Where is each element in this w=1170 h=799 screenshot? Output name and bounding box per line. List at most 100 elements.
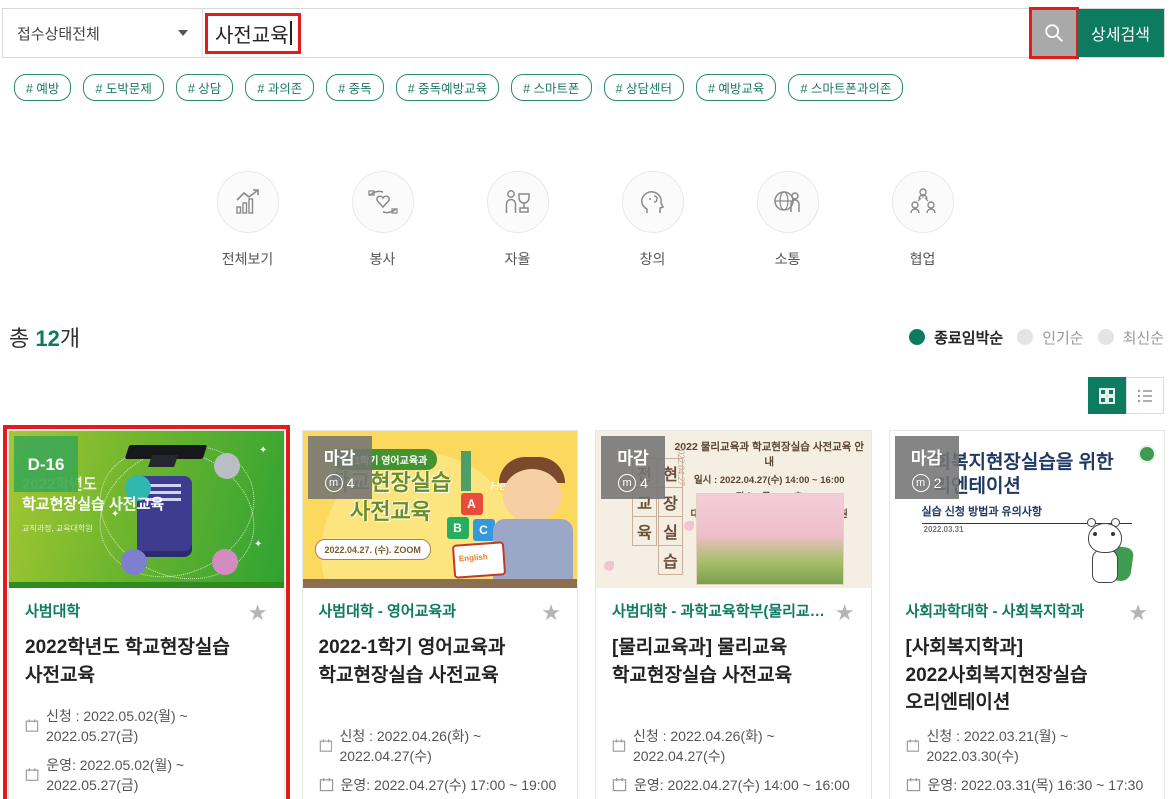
operate-period: 운영: 2022.04.27(수) 14:00 ~ 16:00 — [612, 775, 855, 795]
calendar-icon — [906, 738, 920, 753]
category-label: 협업 — [910, 249, 936, 269]
member-icon: m — [325, 474, 343, 492]
tag-pill[interactable]: # 도박문제 — [83, 74, 163, 101]
sort-option-closing-soon[interactable]: 종료임박순 — [909, 327, 1003, 348]
member-icon: m — [912, 474, 930, 492]
favorite-star-icon[interactable]: ★ — [541, 602, 561, 624]
department-label: 사회과학대학 - 사회복지학과 — [906, 602, 1085, 622]
tag-pill[interactable]: # 중독 — [326, 74, 383, 101]
advanced-search-button[interactable]: 상세검색 — [1077, 9, 1164, 57]
thumb-date-pill: 2022.04.27. (수). ZOOM — [315, 539, 431, 560]
apply-period: 신청 : 2022.05.02(월) ~ 2022.05.27(금) — [25, 706, 268, 746]
statue-of-liberty-art — [461, 451, 471, 491]
sort-option-newest[interactable]: 최신순 — [1098, 327, 1164, 348]
thumb-subtitle: 실습 신청 방법과 유의사항 — [922, 503, 1132, 524]
tag-pill[interactable]: # 상담센터 — [604, 74, 684, 101]
results-count-number: 12 — [35, 326, 59, 351]
search-bar: 접수상태전체 사전교육 상세검색 — [2, 8, 1165, 58]
people-network-icon — [906, 185, 940, 219]
calendar-icon — [25, 767, 39, 782]
radio-dot-icon — [1098, 329, 1114, 345]
course-title: 2022-1학기 영어교육과 학교현장실습 사전교육 — [319, 634, 562, 689]
thinking-head-icon — [637, 186, 669, 218]
search-button[interactable] — [1031, 9, 1077, 57]
apply-period: 신청 : 2022.03.21(월) ~ 2022.03.30(수) — [906, 726, 1149, 766]
closed-badge: 마감 m4 — [601, 436, 665, 499]
calendar-icon — [906, 777, 921, 792]
course-card-3[interactable]: 2022 물리교육과 학교현장실습 사전교육 안내 일시 : 2022.04.2… — [595, 430, 872, 799]
english-book-art: English — [451, 541, 505, 579]
category-communication[interactable]: 소통 — [757, 171, 819, 269]
status-filter-dropdown[interactable]: 접수상태전체 — [3, 9, 203, 57]
thumb-text: 회복지현장실습을 위한 — [934, 447, 1114, 474]
favorite-star-icon[interactable]: ★ — [1128, 602, 1148, 624]
course-thumbnail: 2022 물리교육과 학교현장실습 사전교육 안내 일시 : 2022.04.2… — [596, 431, 871, 588]
category-volunteer[interactable]: 봉사 — [352, 171, 414, 269]
list-icon — [1136, 387, 1154, 405]
category-label: 창의 — [640, 249, 666, 269]
category-collaboration[interactable]: 협업 — [892, 171, 954, 269]
search-icon — [1043, 22, 1065, 44]
hands-heart-icon — [366, 185, 400, 219]
course-title: [물리교육과] 물리교육 학교현장실습 사전교육 — [612, 634, 855, 689]
thumb-date: 2022.03.31 — [924, 525, 964, 534]
category-filter-row: 전체보기 봉사 자율 — [0, 171, 1170, 269]
tag-list: # 예방 # 도박문제 # 상담 # 과의존 # 중독 # 중독예방교육 # 스… — [0, 74, 1170, 101]
category-label: 봉사 — [370, 249, 396, 269]
favorite-star-icon[interactable]: ★ — [835, 602, 855, 624]
tag-pill[interactable]: # 상담 — [176, 74, 233, 101]
sort-options: 종료임박순 인기순 최신순 — [909, 327, 1164, 348]
status-filter-value: 접수상태전체 — [17, 23, 100, 44]
course-card-grid: ✦ ✦ ✦ 2022학년도 학교현장실습 사전교육 교직과정, 교육대학원 D-… — [0, 430, 1170, 799]
closed-badge: 마감 m2 — [895, 436, 959, 499]
tag-pill[interactable]: # 스마트폰 — [511, 74, 591, 101]
radio-dot-icon — [909, 329, 925, 345]
tag-pill[interactable]: # 중독예방교육 — [396, 74, 499, 101]
tag-pill[interactable]: # 과의존 — [245, 74, 314, 101]
dday-badge: D-16 — [14, 436, 78, 492]
globe-person-icon — [771, 185, 805, 219]
search-input[interactable]: 사전교육 — [203, 9, 1031, 57]
course-card-2[interactable]: 도 1학기 영어교육과 학교현장실습사전교육 Hello A B C Engli… — [302, 430, 579, 799]
calendar-icon — [612, 738, 626, 753]
member-icon: m — [618, 474, 636, 492]
calendar-icon — [612, 777, 627, 792]
grid-view-button[interactable] — [1088, 377, 1126, 414]
calendar-icon — [25, 718, 39, 733]
favorite-star-icon[interactable]: ★ — [248, 602, 268, 624]
closed-badge: 마감 m4 — [308, 436, 372, 499]
category-all[interactable]: 전체보기 — [217, 171, 279, 269]
search-text-annotation-box: 사전교육 — [205, 13, 301, 54]
category-label: 소통 — [775, 249, 801, 269]
text-cursor — [290, 21, 292, 45]
course-title: [사회복지학과] 2022사회복지현장실습 오리엔테이션 — [906, 634, 1149, 717]
sort-option-popular[interactable]: 인기순 — [1017, 327, 1083, 348]
university-logo-icon — [1140, 447, 1154, 461]
grid-icon — [1098, 387, 1116, 405]
radio-dot-icon — [1017, 329, 1033, 345]
course-card-1[interactable]: ✦ ✦ ✦ 2022학년도 학교현장실습 사전교육 교직과정, 교육대학원 D-… — [8, 430, 285, 799]
calendar-icon — [319, 738, 333, 753]
search-input-value: 사전교육 — [215, 19, 289, 48]
category-creativity[interactable]: 창의 — [622, 171, 684, 269]
cherry-blossom-photo — [696, 493, 844, 585]
operate-period: 운영: 2022.05.02(월) ~ 2022.05.27(금) — [25, 755, 268, 795]
chart-growth-icon — [232, 186, 264, 218]
tag-pill[interactable]: # 스마트폰과의존 — [788, 74, 903, 101]
course-thumbnail: 회복지현장실습을 위한 리엔테이션 실습 신청 방법과 유의사항 2022.03… — [890, 431, 1165, 588]
list-view-button[interactable] — [1126, 377, 1164, 414]
graduation-cap-art — [125, 445, 208, 459]
calendar-icon — [319, 777, 334, 792]
apply-period: 신청 : 2022.04.26(화) ~ 2022.04.27(수) — [319, 726, 562, 766]
course-card-4[interactable]: 회복지현장실습을 위한 리엔테이션 실습 신청 방법과 유의사항 2022.03… — [889, 430, 1166, 799]
category-autonomy[interactable]: 자율 — [487, 171, 549, 269]
course-thumbnail: ✦ ✦ ✦ 2022학년도 학교현장실습 사전교육 교직과정, 교육대학원 D-… — [9, 431, 284, 588]
department-label: 사범대학 — [25, 602, 80, 622]
thumb-text: 학교현장실습 사전교육 — [22, 493, 164, 514]
results-meta-row: 총 12개 종료임박순 인기순 최신순 — [0, 321, 1170, 353]
tag-pill[interactable]: # 예방 — [14, 74, 71, 101]
category-label: 전체보기 — [222, 249, 274, 269]
course-title: 2022학년도 학교현장실습 사전교육 — [25, 634, 268, 689]
tag-pill[interactable]: # 예방교육 — [696, 74, 776, 101]
chevron-down-icon — [178, 30, 188, 36]
